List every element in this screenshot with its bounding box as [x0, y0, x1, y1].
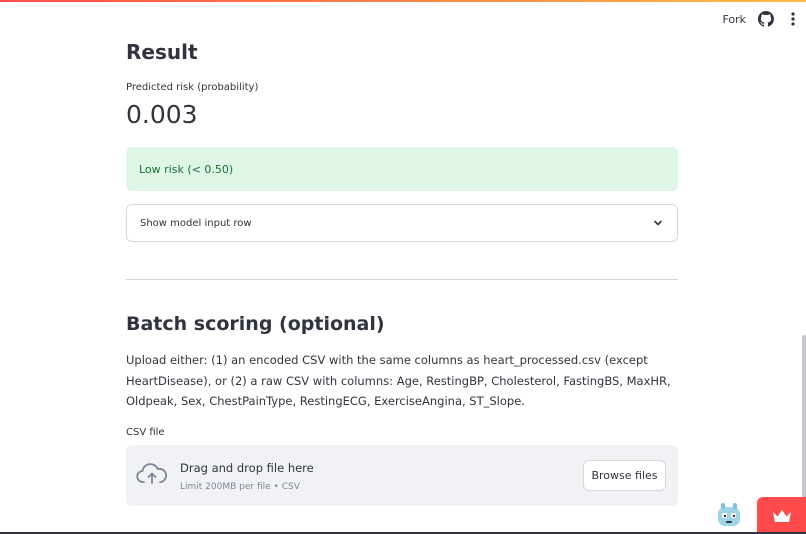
- batch-heading: Batch scoring (optional): [126, 313, 385, 335]
- dropzone-subtitle: Limit 200MB per file • CSV: [180, 482, 300, 492]
- model-input-expander[interactable]: Show model input row: [126, 204, 678, 242]
- browse-files-button[interactable]: Browse files: [583, 460, 666, 491]
- expander-label: Show model input row: [140, 217, 252, 229]
- alert-text: Low risk (< 0.50): [139, 162, 234, 176]
- file-dropzone[interactable]: Drag and drop file here Limit 200MB per …: [126, 445, 678, 506]
- crown-icon: [772, 509, 792, 523]
- fork-link[interactable]: Fork: [722, 13, 746, 26]
- github-icon[interactable]: [758, 11, 774, 27]
- metric-value: 0.003: [126, 100, 198, 129]
- result-heading: Result: [126, 40, 198, 64]
- uploader-label: CSV file: [126, 427, 165, 438]
- batch-description: Upload either: (1) an encoded CSV with t…: [126, 353, 671, 408]
- header-actions: Fork: [722, 8, 806, 30]
- metric-label: Predicted risk (probability): [126, 82, 259, 93]
- cloud-upload-icon: [136, 462, 168, 486]
- success-alert: Low risk (< 0.50): [126, 147, 678, 191]
- dropzone-title: Drag and drop file here: [180, 461, 314, 475]
- chevron-down-icon: [652, 217, 664, 229]
- streamlit-crown-badge[interactable]: [757, 497, 806, 534]
- section-divider: [126, 279, 678, 280]
- bot-badge-icon[interactable]: [715, 502, 743, 528]
- kebab-menu-icon[interactable]: [786, 11, 800, 27]
- top-decoration-bar: [0, 0, 806, 2]
